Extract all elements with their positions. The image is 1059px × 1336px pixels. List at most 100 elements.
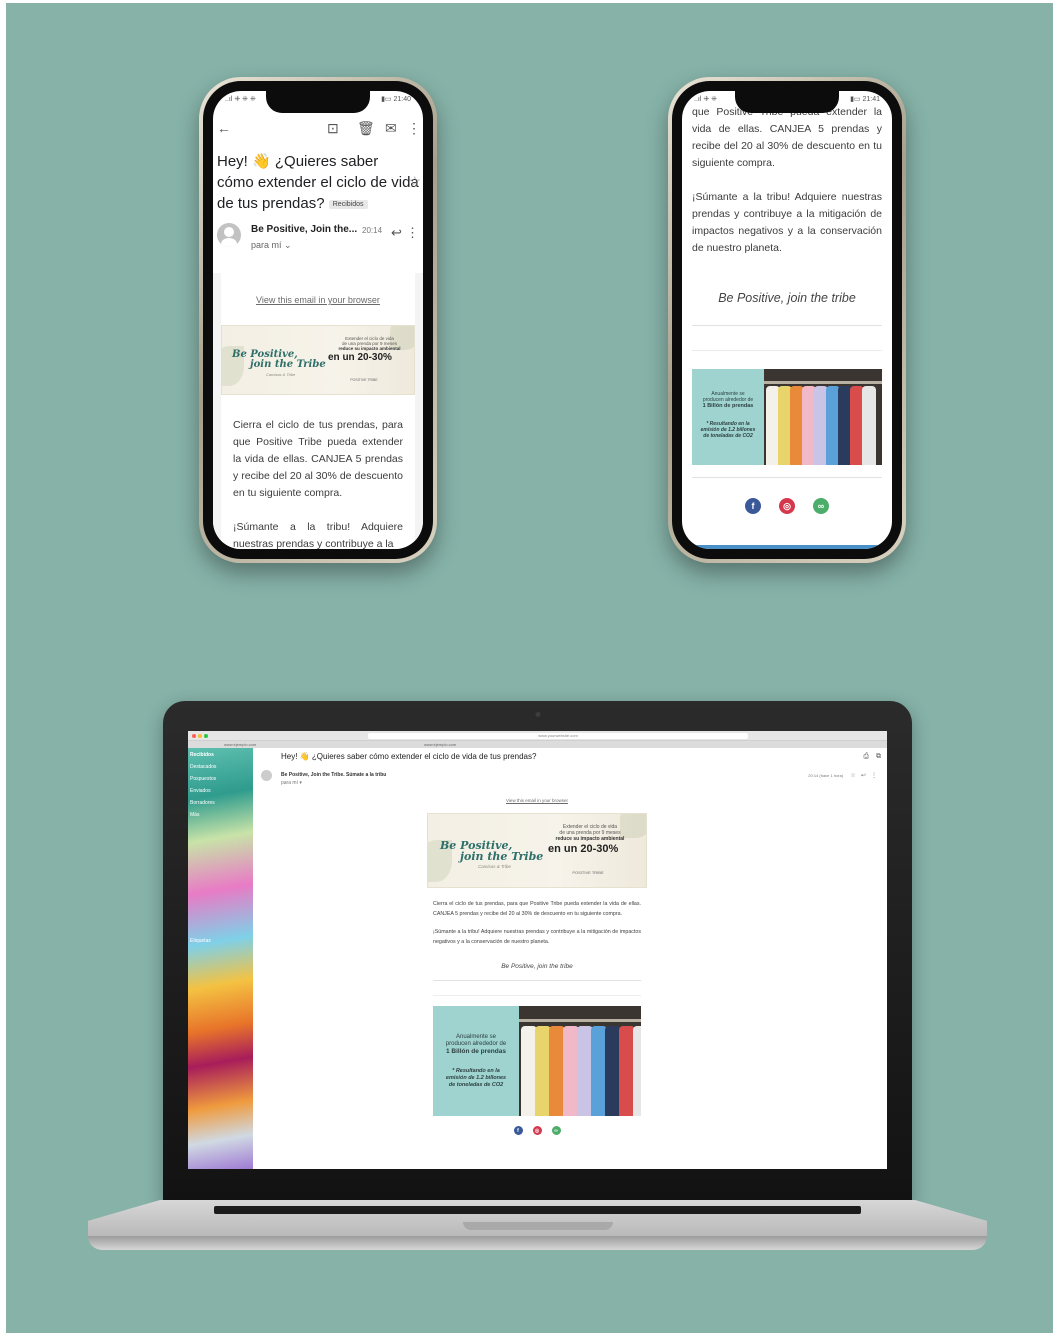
brand-subline: Camisas & Tribe [478,864,511,869]
gmail-toolbar: ← ⊡ 🗑 ✉ ⋮ [213,117,423,141]
sidebar-item-sent[interactable]: Enviados [190,788,211,794]
tab-1[interactable]: www.ejemplo.com [224,742,256,747]
signal-icons: ..ıl ⁜ ⁜ ⁜ [225,96,256,103]
laptop-hinge [213,1206,862,1214]
social-links: f ◎ ∞ [427,1126,647,1135]
clothes-rail [519,1019,641,1023]
view-in-browser-link[interactable]: View this email in your browser [427,798,647,803]
back-arrow-icon[interactable]: ← [217,121,231,135]
sidebar-item-starred[interactable]: Destacados [190,764,216,770]
view-in-browser-link[interactable]: View this email in your browser [221,295,415,305]
webcam [535,712,540,717]
sidebar-item-snoozed[interactable]: Pospuestos [190,776,216,782]
promo-line3: 1 Billón de prendas [446,1048,506,1055]
phone-notch [266,91,370,113]
email-meta: 20:14 (hace 1 hora) ☆ ↩ ⋮ [808,772,877,779]
instagram-icon[interactable]: ◎ [779,498,795,514]
promo-line3: 1 Billón de prendas [702,403,754,409]
laptop-lid: www.yourwebsite.com www.ejemplo.com www.… [163,701,912,1206]
laptop-screen: www.yourwebsite.com www.ejemplo.com www.… [188,731,887,1169]
trash-icon[interactable]: 🗑 [357,121,375,135]
body-paragraph-1: que Positive Tribe pueda extender la vid… [692,106,882,169]
divider [692,325,882,326]
body-paragraph-1: Cierra el ciclo de tus prendas, para que… [433,901,641,917]
recipient-toggle[interactable]: para mí ⌄ [251,240,292,251]
inbox-label-chip[interactable]: Recibidos [328,199,368,209]
brand-script-line2: join the Tribe [460,850,544,863]
browser-tabs: www.ejemplo.com www.ejemplo.com [188,741,887,748]
maximize-window-icon[interactable] [204,734,208,738]
tagline: Be Positive, join the tribe [501,963,573,970]
website-link-icon[interactable]: ∞ [551,1126,561,1135]
sidebar-item-more[interactable]: Más [190,812,199,818]
social-links: f ◎ ∞ [692,498,882,514]
promo-image: Anualmente se producen alrededor de 1 Bi… [433,1006,641,1116]
promo-teal-panel: Anualmente se producen alrededor de 1 Bi… [692,369,764,465]
reply-icon[interactable]: ↩ [861,773,866,779]
email-subject: Hey! 👋 ¿Quieres saber cómo extender el c… [281,752,537,761]
campaign-banner: Be Positive, join the Tribe Camisas & Tr… [427,813,647,888]
wave-emoji-icon: 👋 [252,153,271,170]
phone-mockup-right: ..ıl ⁜ ⁜ ▮▭ 21:41 que Positive Tribe pue… [668,77,906,563]
signal-icons: ..ıl ⁜ ⁜ [694,96,718,103]
reply-icon[interactable]: ↩ [391,225,402,241]
divider [433,980,641,981]
promo-image: Anualmente se producen alrededor de 1 Bi… [692,369,882,465]
address-bar[interactable]: www.yourwebsite.com [368,733,748,739]
mail-icon[interactable]: ✉ [385,121,397,135]
promo-line1: Anualmente se [455,1034,497,1040]
sidebar-item-inbox[interactable]: Recibidos [190,752,214,758]
body-paragraph-2: ¡Súmante a la tribu! Adquiere nuestras p… [233,521,403,549]
archive-icon[interactable]: ⊡ [327,121,339,135]
email-body-area: View this email in your browser Be Posit… [213,273,423,549]
star-icon[interactable]: ☆ [408,173,421,190]
sender-name: Be Positive, Join the Tribe. Súmate a la… [281,772,386,786]
brand-subline: Camisas & Tribe [266,372,296,377]
avatar [261,770,272,781]
facebook-icon[interactable]: f [745,498,761,514]
screen-bottom-bar [682,545,892,549]
sender-name: Be Positive, Join the... [251,224,358,235]
clothes-rack-photo [764,369,882,465]
clothes-rack-photo [519,1006,641,1116]
phone-screen-email-bottom: ..ıl ⁜ ⁜ ▮▭ 21:41 que Positive Tribe pue… [682,91,892,549]
laptop-base [88,1200,987,1254]
more-vert-icon[interactable]: ⋮ [871,773,877,779]
positive-tribe-logo: POSITIVE TRIBE [350,378,378,382]
banner-percentage: en un 20-30% [548,843,619,855]
body-paragraph-1: Cierra el ciclo de tus prendas, para que… [233,419,403,499]
body-paragraph-2: ¡Súmante a la tribu! Adquiere nuestras p… [433,929,641,945]
promo-line6: de toneladas de CO2 [448,1082,504,1088]
recipient-toggle[interactable]: para mí ▾ [281,780,386,786]
clothes-rail [764,380,882,384]
banner-line3: reduce su impacto ambiental [555,836,625,842]
brand-script-line2: join the Tribe [250,359,326,370]
body-paragraph-2: ¡Súmante a la tribu! Adquiere nuestras p… [692,191,882,254]
phone-mockup-left: ..ıl ⁜ ⁜ ⁜ ▮▭ 21:40 ← ⊡ 🗑 ✉ ⋮ Hey! 👋 ¿Qu… [199,77,437,563]
sent-time: 20:14 (hace 1 hora) [808,773,844,778]
avatar [217,223,241,247]
star-icon[interactable]: ☆ [850,773,855,779]
close-window-icon[interactable] [192,734,196,738]
laptop-opening-notch [462,1222,613,1230]
sidebar-item-drafts[interactable]: Borradores [190,800,215,806]
promo-teal-panel: Anualmente se producen alrededor de 1 Bi… [433,1006,519,1116]
tab-2[interactable]: www.ejemplo.com [424,742,456,747]
promo-line5: emisión de 1.2 billones [445,1075,507,1081]
print-icon[interactable]: ⎙ [863,753,869,761]
more-vert-icon[interactable]: ⋮ [407,121,421,135]
facebook-icon[interactable]: f [513,1126,523,1135]
more-vert-icon[interactable]: ⋮ [406,225,419,241]
battery-clock: ▮▭ 21:41 [850,96,880,103]
minimize-window-icon[interactable] [198,734,202,738]
sidebar-item-labels[interactable]: Etiquetas [190,938,211,944]
positive-tribe-logo: POSITIVE TRIBE [572,870,604,875]
sender-text: Be Positive, Join the Tribe. Súmate a la… [281,772,387,778]
browser-toolbar: www.yourwebsite.com [188,731,887,741]
open-new-window-icon[interactable]: ⧉ [876,753,881,761]
promo-line6: de toneladas de CO2 [703,433,753,439]
website-link-icon[interactable]: ∞ [813,498,829,514]
laptop-front-lip [88,1236,987,1250]
promo-line2: producen alrededor de [445,1041,507,1047]
instagram-icon[interactable]: ◎ [532,1126,542,1135]
